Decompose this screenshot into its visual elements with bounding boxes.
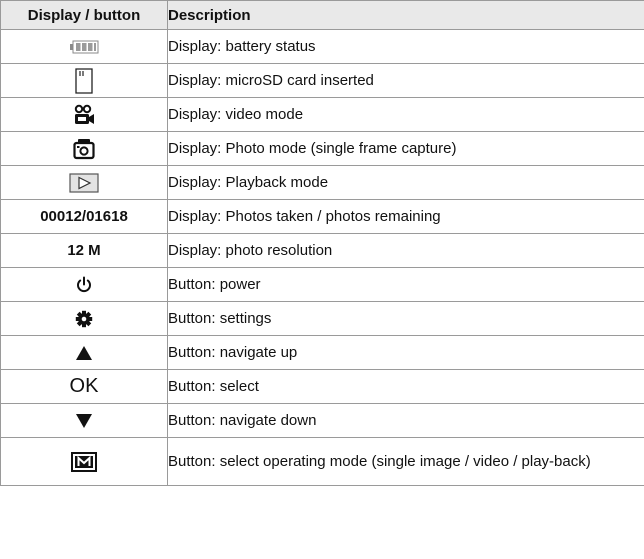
gear-icon <box>75 310 93 328</box>
table-row: 00012/01618 Display: Photos taken / phot… <box>0 199 644 234</box>
table-row: Button: select operating mode (single im… <box>0 437 644 486</box>
row-description: Display: video mode <box>167 97 644 132</box>
mode-m-icon <box>71 451 97 472</box>
photo-counter-text: 00012/01618 <box>40 208 128 225</box>
row-description: Button: settings <box>167 301 644 336</box>
table-row: Display: Playback mode <box>0 165 644 200</box>
legend-table: Display / button Description Display: ba… <box>0 0 644 486</box>
playback-icon <box>69 172 99 193</box>
row-description: Button: navigate up <box>167 335 644 370</box>
row-description: Button: select <box>167 369 644 404</box>
row-description: Button: navigate down <box>167 403 644 438</box>
header-row: Display / button Description <box>0 0 644 30</box>
ok-label: OK <box>69 375 99 397</box>
table-row: Display: battery status <box>0 29 644 64</box>
microsd-card-icon <box>74 67 94 94</box>
row-description: Button: select operating mode (single im… <box>167 437 644 486</box>
video-camera-icon <box>73 104 95 126</box>
table-row: Button: settings <box>0 301 644 336</box>
row-description: Display: Photo mode (single frame captur… <box>167 131 644 166</box>
table-row: Display: video mode <box>0 97 644 132</box>
power-icon <box>75 276 93 294</box>
table-row: 12 M Display: photo resolution <box>0 233 644 268</box>
table-row: Button: power <box>0 267 644 302</box>
resolution-text: 12 M <box>67 242 101 259</box>
row-description: Display: Photos taken / photos remaining <box>167 199 644 234</box>
table-row: Button: navigate down <box>0 403 644 438</box>
photo-camera-icon <box>73 138 95 160</box>
triangle-up-icon <box>75 345 93 361</box>
row-description: Display: battery status <box>167 29 644 64</box>
table-row: Display: Photo mode (single frame captur… <box>0 131 644 166</box>
row-description: Display: microSD card inserted <box>167 63 644 98</box>
row-description: Display: photo resolution <box>167 233 644 268</box>
header-description: Description <box>167 0 644 30</box>
row-description: Button: power <box>167 267 644 302</box>
table-row: Button: navigate up <box>0 335 644 370</box>
header-display-button: Display / button <box>0 0 168 30</box>
triangle-down-icon <box>75 413 93 429</box>
row-description: Display: Playback mode <box>167 165 644 200</box>
table-row: OK Button: select <box>0 369 644 404</box>
battery-icon <box>69 40 99 54</box>
table-row: Display: microSD card inserted <box>0 63 644 98</box>
